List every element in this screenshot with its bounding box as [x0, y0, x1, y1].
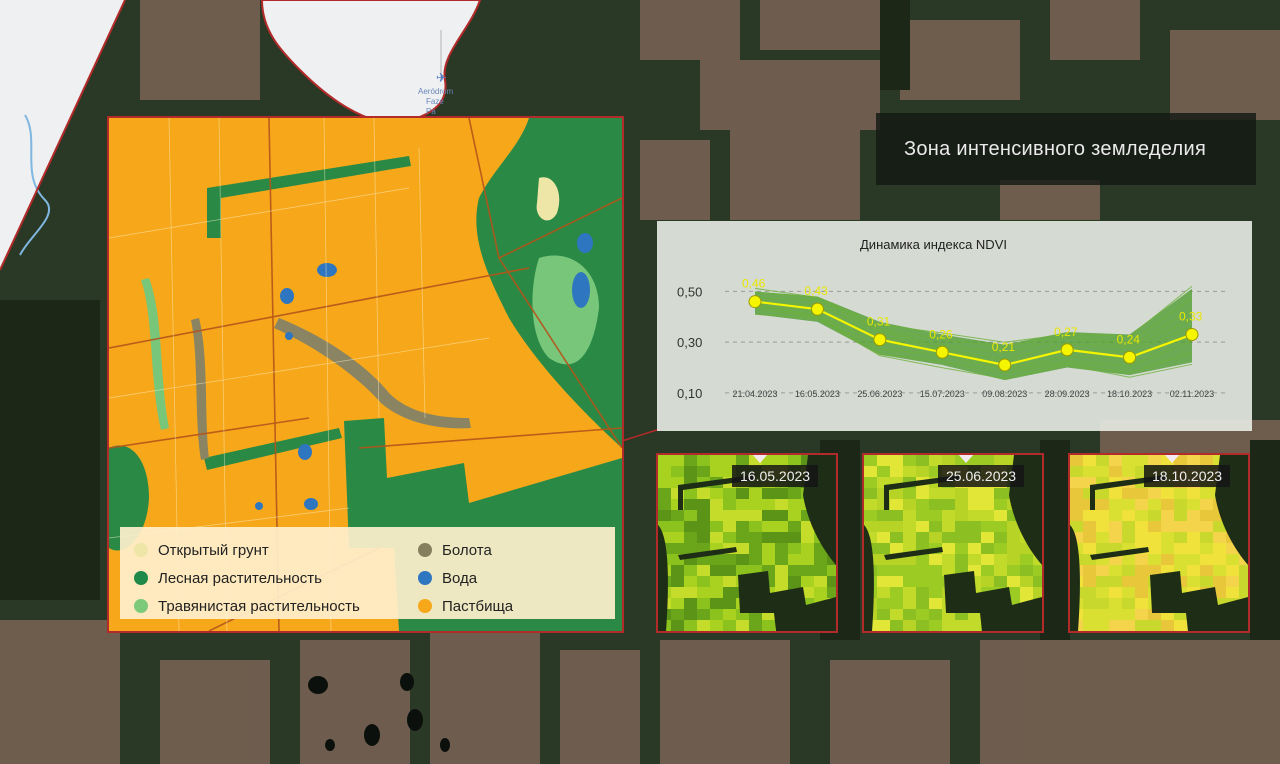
connector-line — [621, 428, 661, 442]
thumbnail-marker-icon — [751, 455, 769, 463]
x-tick-label: 09.08.2023 — [982, 389, 1027, 399]
x-tick-label: 02.11.2023 — [1170, 389, 1214, 399]
x-tick-label: 16.05.2023 — [795, 389, 840, 399]
thumbnail-marker-icon — [957, 455, 975, 463]
ndvi-point — [998, 358, 1012, 372]
x-axis-ticks: 21.04.2023 16.05.2023 25.06.2023 15.07.2023… — [732, 389, 1214, 399]
water-east-1 — [572, 272, 590, 308]
x-tick-label: 21.04.2023 — [732, 389, 777, 399]
legend-item-bare-soil: Открытый грунт — [134, 536, 360, 564]
airport-icon: ✈ — [436, 71, 447, 86]
legend-label: Болота — [442, 541, 492, 559]
pasture-swatch-icon — [418, 599, 432, 613]
ndvi-data-label: 0,27 — [1054, 325, 1078, 339]
legend-item-forest: Лесная растительность — [134, 564, 360, 592]
zone-title: Зона интенсивного земледелия — [876, 113, 1256, 185]
ndvi-data-label: 0,43 — [804, 284, 828, 298]
ndvi-point — [810, 302, 824, 316]
water-swatch-icon — [418, 571, 432, 585]
ndvi-point — [1185, 328, 1199, 342]
x-tick-label: 28.09.2023 — [1045, 389, 1090, 399]
x-tick-label: 25.06.2023 — [857, 389, 902, 399]
ndvi-data-label: 0,24 — [1117, 332, 1141, 346]
bare-soil-swatch-icon — [134, 543, 148, 557]
legend-item-swamp: Болота — [418, 536, 513, 564]
ndvi-data-label: 0,26 — [929, 327, 953, 341]
thumbnail-date: 16.05.2023 — [732, 465, 819, 487]
thumbnail-marker-icon — [1163, 455, 1181, 463]
ndvi-data-label: 0,46 — [742, 277, 766, 291]
chart-title: Динамика индекса NDVI — [860, 237, 1007, 252]
ndvi-data-label: 0,33 — [1179, 310, 1203, 324]
x-tick-label: 15.07.2023 — [920, 389, 965, 399]
forest-swatch-icon — [134, 571, 148, 585]
ndvi-point — [1060, 343, 1074, 357]
legend-label: Лесная растительность — [158, 569, 322, 587]
ndvi-chart: Динамика индекса NDVI 0,50 0,30 0,10 0,46 0… — [677, 237, 1227, 401]
legend-label: Открытый грунт — [158, 541, 269, 559]
grass-swatch-icon — [134, 599, 148, 613]
legend-label: Травянистая растительность — [158, 597, 360, 615]
y-tick-label: 0,30 — [677, 335, 702, 350]
land-cover-legend: Открытый грунт Лесная растительность Тра… — [120, 527, 615, 619]
ndvi-thumbnail-3[interactable]: 18.10.2023 — [1068, 453, 1250, 633]
ndvi-point — [935, 345, 949, 359]
legend-column-right: Болота Вода Пастбища — [418, 536, 513, 620]
swamp-swatch-icon — [418, 543, 432, 557]
y-tick-label: 0,10 — [677, 386, 702, 401]
legend-item-water: Вода — [418, 564, 513, 592]
x-tick-label: 18.10.2023 — [1107, 389, 1152, 399]
ndvi-point — [873, 333, 887, 347]
y-axis-ticks: 0,50 0,30 0,10 — [677, 284, 702, 400]
thumbnail-date: 18.10.2023 — [1144, 465, 1231, 487]
legend-item-pasture: Пастбища — [418, 592, 513, 620]
ndvi-thumbnail-1[interactable]: 16.05.2023 — [656, 453, 838, 633]
legend-column-left: Открытый грунт Лесная растительность Тра… — [134, 536, 360, 620]
ndvi-data-label: 0,31 — [867, 315, 891, 329]
ndvi-thumbnail-2[interactable]: 25.06.2023 — [862, 453, 1044, 633]
ndvi-chart-panel: Динамика индекса NDVI 0,50 0,30 0,10 0,46 0… — [657, 221, 1252, 431]
legend-label: Пастбища — [442, 597, 514, 615]
thumbnail-date: 25.06.2023 — [938, 465, 1025, 487]
ndvi-point — [748, 295, 762, 309]
water-east-2 — [577, 233, 593, 253]
legend-label: Вода — [442, 569, 478, 587]
legend-item-grass: Травянистая растительность — [134, 592, 360, 620]
ndvi-data-label: 0,21 — [992, 340, 1016, 354]
ndvi-point — [1123, 350, 1137, 364]
y-tick-label: 0,50 — [677, 284, 702, 299]
